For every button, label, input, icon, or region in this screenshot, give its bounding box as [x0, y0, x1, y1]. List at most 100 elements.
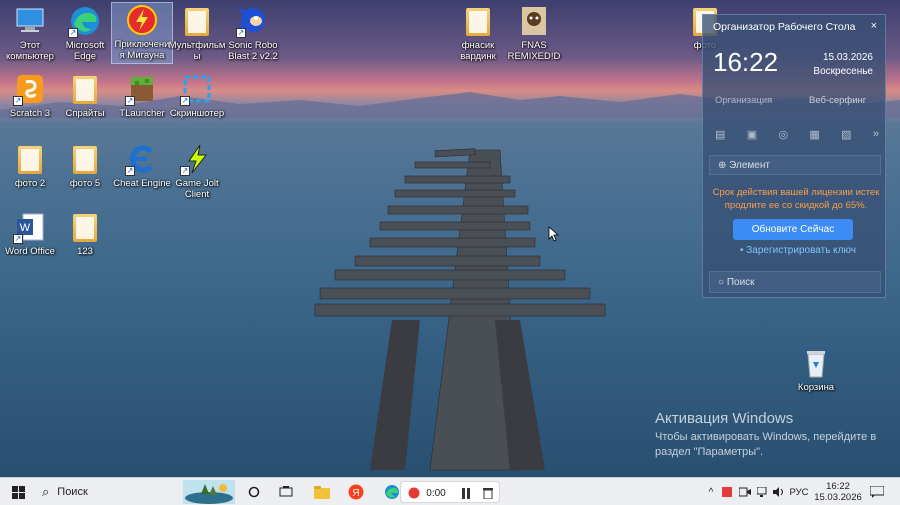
- edge-taskbar-icon[interactable]: [382, 478, 402, 505]
- close-icon[interactable]: ×: [871, 20, 877, 32]
- desktop-icon-label: 123: [77, 246, 93, 257]
- word-icon: W ↗: [13, 210, 47, 244]
- clock-time: 16:22: [826, 481, 850, 492]
- print-icon[interactable]: ▤: [715, 128, 725, 141]
- edge-icon: ↗: [68, 4, 102, 38]
- desktop-icon-tlauncher[interactable]: ↗ TLauncher: [112, 72, 172, 119]
- calculator-icon[interactable]: ▦: [809, 128, 819, 141]
- desktop-icon-fnasik[interactable]: фнасик вардинк: [448, 4, 508, 62]
- organizer-element-field[interactable]: ⊕ Элемент: [709, 155, 881, 175]
- taskbar-clock[interactable]: 16:22 15.03.2026: [812, 478, 864, 505]
- task-view-icon[interactable]: [276, 478, 296, 505]
- cortana-icon[interactable]: [244, 478, 264, 505]
- device-tray-icon[interactable]: [756, 478, 770, 505]
- pause-button[interactable]: [457, 479, 475, 505]
- language-label: РУС: [789, 486, 809, 498]
- notes-icon[interactable]: ▧: [841, 128, 851, 141]
- screenshot-icon: ↗: [180, 72, 214, 106]
- more-icon[interactable]: »: [873, 128, 879, 141]
- shortcut-arrow-icon: ↗: [180, 96, 190, 106]
- chevron-up-icon[interactable]: ^: [704, 478, 718, 505]
- sonic-icon: ↗: [236, 4, 270, 38]
- desktop-icon-screenshoter[interactable]: ↗ Скриншотер: [167, 72, 227, 119]
- desktop-icon-cartoons[interactable]: Мультфильмы: [167, 4, 227, 62]
- folder-icon: [461, 4, 495, 38]
- shortcut-arrow-icon: ↗: [180, 166, 190, 176]
- desktop-icon-word[interactable]: W ↗ Word Office: [0, 210, 60, 257]
- desktop-icon-label: Game Jolt Client: [175, 178, 219, 200]
- desktop-icon-label: Cheat Engine: [113, 178, 171, 189]
- search-placeholder: Поиск: [726, 277, 755, 288]
- cheat-engine-icon: ↗: [125, 142, 159, 176]
- organizer-search-input[interactable]: ○ Поиск: [709, 271, 881, 293]
- yandex-browser-icon[interactable]: Я: [346, 478, 366, 505]
- language-indicator[interactable]: РУС: [788, 478, 810, 505]
- desktop-icon-photo-5[interactable]: фото 5: [55, 142, 115, 189]
- shortcut-arrow-icon: ↗: [13, 234, 23, 244]
- screen-recorder-bar: 0:00: [400, 481, 500, 503]
- svg-text:W: W: [20, 222, 31, 234]
- computer-icon: [13, 4, 47, 38]
- recorder-tray-icon[interactable]: [720, 478, 734, 505]
- organizer-shortcut-organization[interactable]: Организация: [715, 95, 772, 106]
- desktop-icon-label: Sonic Robo Blast 2 v2.2: [228, 40, 278, 62]
- desktop-icon-scratch[interactable]: ↗ Scratch 3: [0, 72, 60, 119]
- desktop-icon-recycle-bin[interactable]: Корзина: [786, 346, 846, 393]
- search-highlight-image[interactable]: [182, 478, 236, 505]
- lightning-app-icon: [125, 3, 159, 37]
- file-explorer-icon[interactable]: [312, 478, 332, 505]
- desktop-icon-edge[interactable]: ↗ Microsoft Edge: [55, 4, 115, 62]
- desktop-icon-sprites[interactable]: Спрайты: [55, 72, 115, 119]
- folder-icon: [68, 210, 102, 244]
- recycle-bin-icon: [799, 346, 833, 380]
- desktop-icon-this-pc[interactable]: Этот компьютер: [0, 4, 60, 62]
- trash-icon[interactable]: [479, 479, 497, 505]
- organizer-shortcut-web-surfing[interactable]: Веб-серфинг: [809, 95, 879, 107]
- desktop-organizer-widget: Организатор Рабочего Стола × 16:22 15.03…: [702, 14, 886, 298]
- hide-icon[interactable]: ◎: [778, 128, 788, 141]
- volume-icon[interactable]: [772, 478, 786, 505]
- gamejolt-icon: ↗: [180, 142, 214, 176]
- desktop-icon-label: фото 5: [69, 178, 101, 189]
- desktop-icon-label: Корзина: [797, 382, 835, 393]
- desktop-icon-label: Microsoft Edge: [65, 40, 105, 62]
- organizer-title: Организатор Рабочего Стола: [713, 21, 856, 33]
- desktop-icon-cheat-engine[interactable]: ↗ Cheat Engine: [112, 142, 172, 189]
- desktop-icon-label: фото 2: [14, 178, 46, 189]
- minecraft-icon: ↗: [125, 72, 159, 106]
- record-stop-button[interactable]: [403, 479, 425, 505]
- desktop-icon-label: Этот компьютер: [6, 40, 54, 62]
- update-now-button[interactable]: Обновите Сейчас: [733, 219, 853, 240]
- folder-icon: [13, 142, 47, 176]
- desktop-icon-migaun[interactable]: Приключения Мигауна: [111, 2, 173, 64]
- organizer-date: 15.03.2026: [822, 52, 873, 63]
- desktop-icon-label: Мультфильмы: [168, 40, 226, 62]
- shortcut-arrow-icon: ↗: [125, 96, 135, 106]
- desktop-icon-label: FNAS REMIXED!D: [507, 40, 561, 62]
- start-button[interactable]: [4, 478, 32, 505]
- desktop-icon-label: TLauncher: [119, 108, 165, 119]
- taskbar-search-label: Поиск: [57, 486, 88, 498]
- activation-title: Активация Windows: [655, 410, 794, 427]
- desktop-icon-photo-2[interactable]: фото 2: [0, 142, 60, 189]
- windows-activation-watermark: Активация Windows Чтобы активировать Win…: [655, 410, 885, 460]
- desktop-icon-game-jolt[interactable]: ↗ Game Jolt Client: [167, 142, 227, 200]
- license-warning: Срок действия вашей лицензии истек продл…: [712, 187, 880, 211]
- desktop-icon-fnas[interactable]: FNAS REMIXED!D: [504, 4, 564, 62]
- folder-icon: [68, 72, 102, 106]
- shortcut-arrow-icon: ↗: [125, 166, 135, 176]
- register-key-link[interactable]: • Зарегистрировать ключ: [723, 245, 873, 256]
- shortcut-arrow-icon: ↗: [68, 28, 78, 38]
- desktop-icon-label: Word Office: [5, 246, 55, 257]
- image-icon[interactable]: ▣: [747, 128, 757, 141]
- desktop-icon-label: фнасик вардинк: [460, 40, 496, 62]
- folder-icon: [68, 142, 102, 176]
- desktop-icon-sonic[interactable]: ↗ Sonic Robo Blast 2 v2.2: [223, 4, 283, 62]
- shortcut-arrow-icon: ↗: [13, 96, 23, 106]
- desktop-icon-123[interactable]: 123: [55, 210, 115, 257]
- svg-text:Я: Я: [352, 488, 359, 499]
- search-icon: ⌕: [42, 484, 50, 499]
- notification-icon[interactable]: [866, 478, 888, 505]
- desktop-icon-label: Скриншотер: [169, 108, 225, 119]
- camera-tray-icon[interactable]: [738, 478, 752, 505]
